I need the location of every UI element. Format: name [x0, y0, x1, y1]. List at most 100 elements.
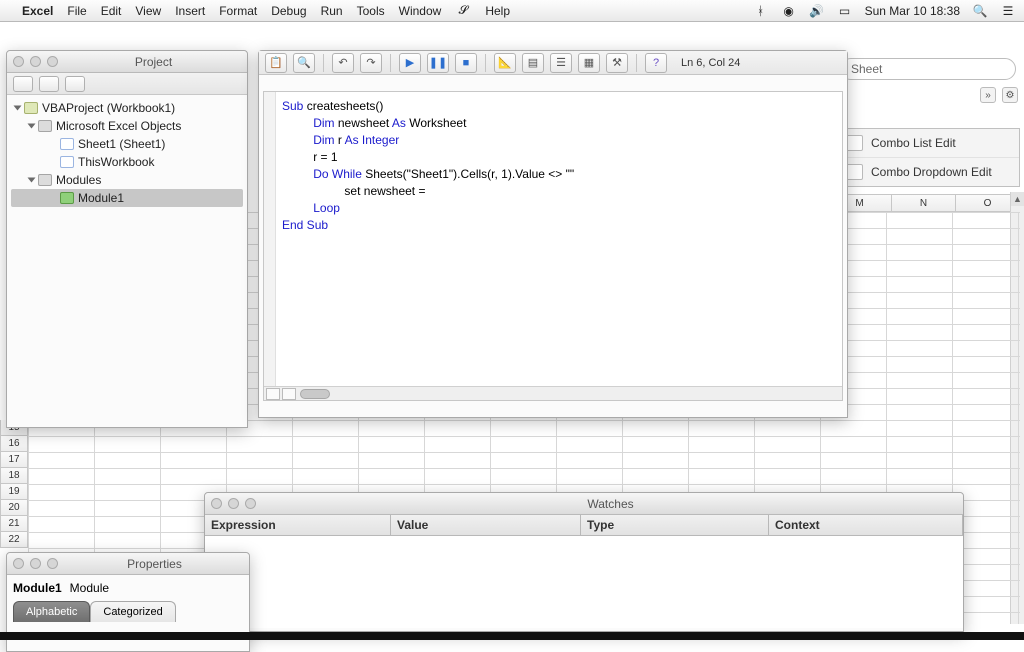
object-browser-button[interactable]: ▦ — [578, 53, 600, 73]
zoom-icon[interactable] — [245, 498, 256, 509]
row-header[interactable]: 18 — [0, 468, 28, 484]
code-editor[interactable]: Sub createsheets() Dim newsheet As Works… — [263, 91, 843, 401]
menu-format[interactable]: Format — [219, 4, 257, 18]
watch-col-context[interactable]: Context — [769, 515, 963, 535]
script-menu-icon[interactable]: 𝓢 — [455, 3, 471, 18]
close-icon[interactable] — [211, 498, 222, 509]
row-header[interactable]: 20 — [0, 500, 28, 516]
close-icon[interactable] — [13, 558, 24, 569]
pause-button[interactable]: ❚❚ — [427, 53, 449, 73]
disclosure-triangle-icon[interactable] — [28, 124, 36, 129]
menu-insert[interactable]: Insert — [175, 4, 205, 18]
modules-folder[interactable]: Modules — [11, 171, 243, 189]
spotlight-icon[interactable]: 🔍 — [972, 4, 988, 18]
procedure-view-icon[interactable] — [266, 388, 280, 400]
thisworkbook-label: ThisWorkbook — [78, 153, 154, 171]
help-button[interactable]: ? — [645, 53, 667, 73]
disclosure-triangle-icon[interactable] — [14, 106, 22, 111]
menu-tools[interactable]: Tools — [357, 4, 385, 18]
menu-help[interactable]: Help — [485, 4, 510, 18]
combo-list-edit-button[interactable]: Combo List Edit — [837, 129, 1019, 158]
module1-node[interactable]: Module1 — [11, 189, 243, 207]
row-header[interactable]: 22 — [0, 532, 28, 548]
sheet1-node[interactable]: Sheet1 (Sheet1) — [11, 135, 243, 153]
redo-button[interactable]: ↷ — [360, 53, 382, 73]
row-header[interactable]: 21 — [0, 516, 28, 532]
hscroll-thumb[interactable] — [300, 389, 330, 399]
properties-object-name: Module1 — [13, 581, 62, 595]
menu-edit[interactable]: Edit — [101, 4, 122, 18]
bluetooth-icon[interactable]: ᚼ — [753, 4, 769, 18]
sheet-search-field[interactable]: Sheet — [840, 58, 1016, 80]
run-button[interactable]: ▶ — [399, 53, 421, 73]
view-code-button[interactable] — [13, 76, 33, 92]
excel-objects-label: Microsoft Excel Objects — [56, 117, 181, 135]
collapse-chevrons-icon[interactable]: » — [980, 87, 996, 103]
find-button[interactable]: 🔍 — [293, 53, 315, 73]
watch-col-expression[interactable]: Expression — [205, 515, 391, 535]
disclosure-triangle-icon[interactable] — [28, 178, 36, 183]
project-explorer-button[interactable]: ▤ — [522, 53, 544, 73]
watch-col-value[interactable]: Value — [391, 515, 581, 535]
row-header[interactable]: 19 — [0, 484, 28, 500]
thisworkbook-node[interactable]: ThisWorkbook — [11, 153, 243, 171]
project-toolbar — [7, 73, 247, 95]
zoom-icon[interactable] — [47, 558, 58, 569]
project-titlebar[interactable]: Project — [7, 51, 247, 73]
minimize-icon[interactable] — [30, 558, 41, 569]
close-icon[interactable] — [13, 56, 24, 67]
excel-objects-folder[interactable]: Microsoft Excel Objects — [11, 117, 243, 135]
controls-panel: Combo List Edit Combo Dropdown Edit — [836, 128, 1020, 187]
watches-window: Watches Expression Value Type Context — [204, 492, 964, 632]
notification-center-icon[interactable]: ☰ — [1000, 4, 1016, 18]
app-name[interactable]: Excel — [22, 4, 53, 18]
minimize-icon[interactable] — [30, 56, 41, 67]
row-headers: 15 16 17 18 19 20 21 22 — [0, 420, 28, 548]
properties-tabs: Alphabetic Categorized — [13, 601, 243, 622]
combo-list-label: Combo List Edit — [871, 136, 956, 150]
menubar-clock[interactable]: Sun Mar 10 18:38 — [865, 4, 960, 18]
volume-icon[interactable]: 🔊 — [809, 4, 825, 18]
modules-label: Modules — [56, 171, 101, 189]
menu-run[interactable]: Run — [321, 4, 343, 18]
zoom-icon[interactable] — [47, 56, 58, 67]
menu-window[interactable]: Window — [399, 4, 442, 18]
menu-file[interactable]: File — [67, 4, 86, 18]
folder-icon — [38, 174, 52, 186]
combo-dropdown-edit-button[interactable]: Combo Dropdown Edit — [837, 158, 1019, 186]
minimize-icon[interactable] — [228, 498, 239, 509]
design-mode-button[interactable]: 📐 — [494, 53, 516, 73]
menu-view[interactable]: View — [135, 4, 161, 18]
toolbox-button[interactable]: ⚒ — [606, 53, 628, 73]
code-text[interactable]: Sub createsheets() Dim newsheet As Works… — [282, 98, 836, 234]
col-header[interactable]: N — [892, 194, 956, 212]
watches-header: Expression Value Type Context — [205, 515, 963, 536]
battery-icon[interactable]: ▭ — [837, 4, 853, 18]
sheet1-label: Sheet1 (Sheet1) — [78, 135, 165, 153]
tab-alphabetic[interactable]: Alphabetic — [13, 601, 90, 622]
properties-button[interactable]: ☰ — [550, 53, 572, 73]
watches-body[interactable] — [205, 536, 963, 628]
watch-col-type[interactable]: Type — [581, 515, 769, 535]
vbaproject-label: VBAProject (Workbook1) — [42, 99, 175, 117]
menu-debug[interactable]: Debug — [271, 4, 306, 18]
wifi-icon[interactable]: ◉ — [781, 4, 797, 18]
toggle-folders-button[interactable] — [65, 76, 85, 92]
properties-titlebar[interactable]: Properties — [7, 553, 249, 575]
undo-button[interactable]: ↶ — [332, 53, 354, 73]
row-header[interactable]: 16 — [0, 436, 28, 452]
properties-object-row: Module1 Module — [13, 581, 243, 595]
tab-categorized[interactable]: Categorized — [90, 601, 175, 622]
stop-button[interactable]: ■ — [455, 53, 477, 73]
vbaproject-node[interactable]: VBAProject (Workbook1) — [11, 99, 243, 117]
scroll-up-arrow-icon[interactable]: ▲ — [1011, 192, 1024, 206]
bottom-bar — [0, 632, 1024, 640]
paste-button[interactable]: 📋 — [265, 53, 287, 73]
project-icon — [24, 102, 38, 114]
cursor-position: Ln 6, Col 24 — [681, 57, 841, 69]
row-header[interactable]: 17 — [0, 452, 28, 468]
view-object-button[interactable] — [39, 76, 59, 92]
gear-icon[interactable]: ⚙ — [1002, 87, 1018, 103]
full-module-view-icon[interactable] — [282, 388, 296, 400]
watches-titlebar[interactable]: Watches — [205, 493, 963, 515]
